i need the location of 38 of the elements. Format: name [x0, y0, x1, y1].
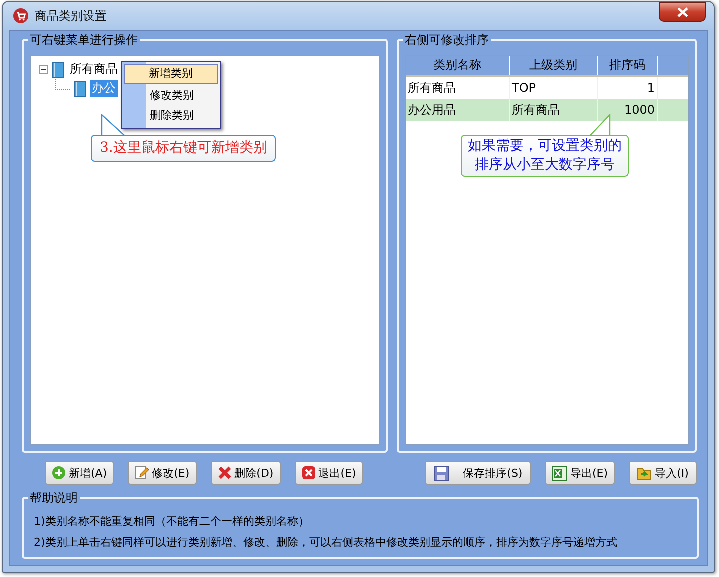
cart-icon: [13, 8, 29, 24]
toolbar-button[interactable]: 新增(A): [45, 461, 114, 485]
column-header[interactable]: 上级类别: [510, 56, 598, 75]
help-text: 1)类别名称不能重复相同（不能有二个一样的类别名称）: [34, 514, 310, 530]
menu-item[interactable]: 删除类别: [124, 106, 218, 126]
callout-text: 3.这里鼠标右键可新增类别: [100, 139, 268, 158]
menu-item[interactable]: 修改类别: [124, 86, 218, 106]
table-cell: 办公用品: [406, 99, 510, 121]
close-icon: [676, 6, 688, 18]
cross-icon: [218, 466, 232, 480]
column-header[interactable]: 类别名称: [406, 56, 510, 75]
window-title: 商品类别设置: [35, 8, 107, 24]
toolbar-button[interactable]: 导出(E): [545, 461, 615, 485]
callout-text: 如果需要，可设置类别的: [468, 137, 622, 156]
table-cell: 所有商品: [510, 99, 598, 121]
collapse-toggle[interactable]: [39, 65, 48, 74]
book-icon: [74, 80, 86, 96]
folder-arrow-icon: [637, 466, 652, 480]
toolbar-button[interactable]: 保存排序(S): [425, 461, 532, 485]
column-header[interactable]: 排序码: [598, 56, 658, 75]
toolbar-button[interactable]: 退出(E): [294, 461, 364, 485]
plus-icon: [52, 466, 66, 480]
group-title: 帮助说明: [28, 490, 80, 507]
close-icon: [302, 466, 316, 480]
tree-item[interactable]: 所有商品: [68, 61, 120, 78]
book-icon: [52, 62, 64, 78]
group-title: 右侧可修改排序: [403, 32, 491, 49]
callout-text: 排序从小至大数字序号: [475, 156, 615, 175]
group-title: 可右键菜单进行操作: [28, 32, 140, 49]
close-button[interactable]: [659, 2, 706, 22]
edit-icon: [135, 466, 150, 480]
menu-item[interactable]: 新增类别: [124, 64, 218, 84]
help-text: 2)类别上单击右键同样可以进行类别新增、修改、删除，可以右侧表格中修改类别显示的顺序，排序为数字序号递增方式: [34, 535, 618, 551]
table-row[interactable]: 办公用品 所有商品 1000: [406, 99, 688, 121]
toolbar-button[interactable]: 导入(I): [629, 461, 697, 485]
toolbar-button[interactable]: 删除(D): [210, 461, 281, 485]
spreadsheet-icon: [552, 466, 568, 480]
toolbar-button[interactable]: 修改(E): [128, 461, 197, 485]
